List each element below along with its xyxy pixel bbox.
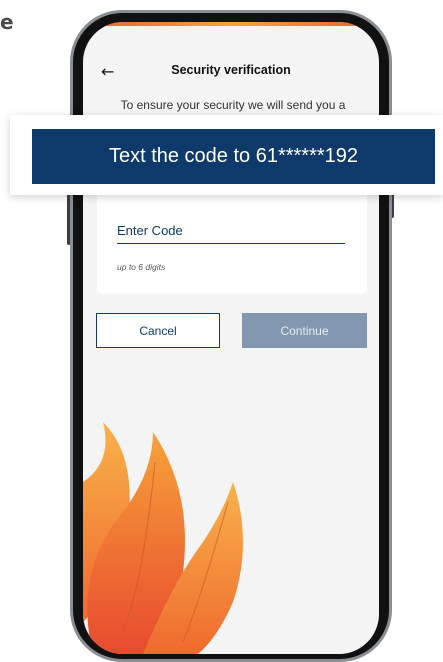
continue-button[interactable]: Continue	[242, 313, 367, 348]
cancel-button[interactable]: Cancel	[96, 313, 220, 348]
code-hint: up to 6 digits	[117, 262, 166, 272]
sms-banner-text: Text the code to 61******192	[32, 129, 435, 184]
intro-text: To ensure your security we will send you…	[120, 98, 346, 112]
code-card: up to 6 digits	[97, 182, 367, 294]
flame-leaves-icon	[83, 422, 243, 654]
sms-banner: Text the code to 61******192	[10, 115, 443, 195]
page-title: Security verification	[171, 63, 291, 77]
top-accent-bar	[83, 22, 379, 26]
code-input[interactable]	[117, 218, 345, 244]
corner-text: e	[0, 10, 14, 34]
